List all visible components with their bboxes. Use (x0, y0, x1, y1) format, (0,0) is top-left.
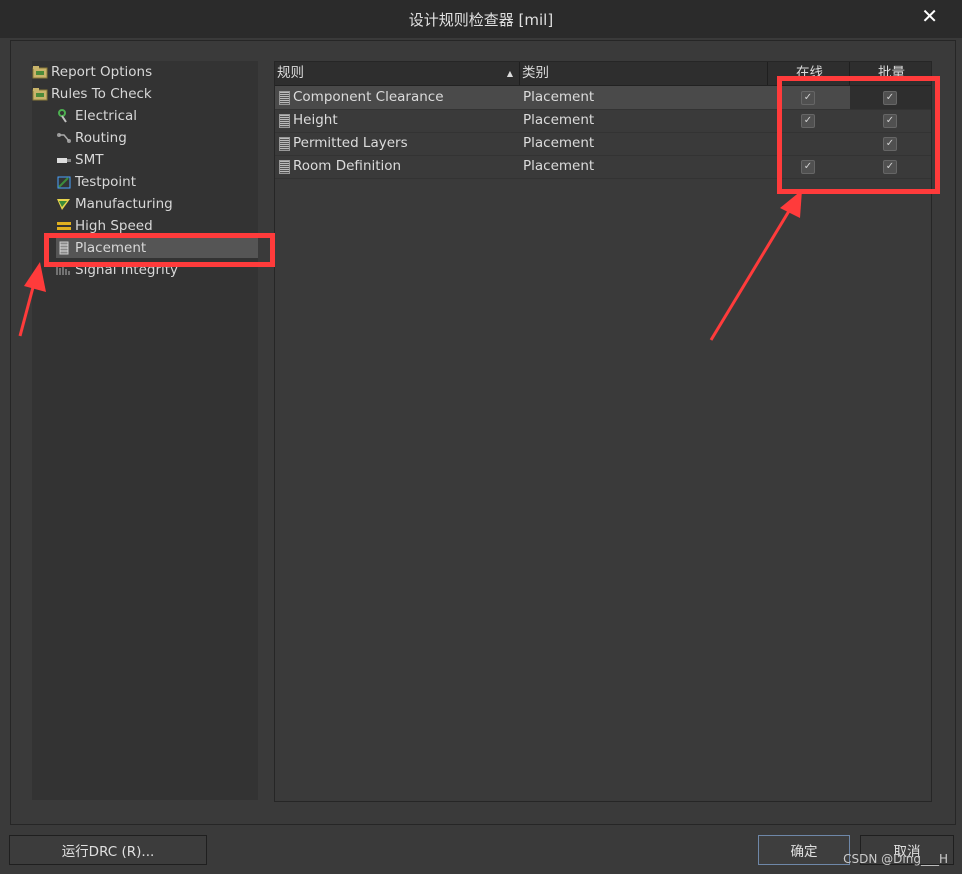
annotation-arrows (18, 190, 802, 341)
